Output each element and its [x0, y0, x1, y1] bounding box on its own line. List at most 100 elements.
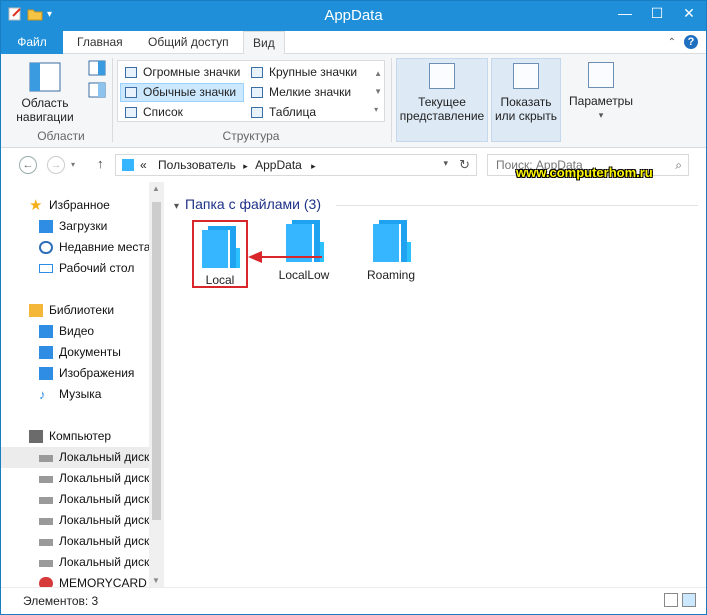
window-title: AppData: [324, 7, 383, 24]
breadcrumb: « Пользователь ▸ AppData ▸: [140, 158, 316, 172]
drive-icon: [39, 476, 53, 483]
title-bar: ▾ AppData — ☐ ✕: [1, 1, 706, 31]
breadcrumb-separator-icon[interactable]: ▸: [311, 161, 316, 171]
layout-gallery: Огромные значки Крупные значки Обычные з…: [117, 60, 385, 122]
forward-button[interactable]: →: [47, 156, 65, 174]
recent-places-icon: [39, 241, 53, 254]
details-view-icon[interactable]: [664, 593, 678, 607]
collapse-ribbon-icon[interactable]: ⌃: [668, 37, 676, 48]
layout-medium-icons[interactable]: Обычные значки: [120, 83, 244, 102]
view-toggle: [664, 593, 696, 607]
layout-large-icons[interactable]: Крупные значки: [246, 63, 370, 82]
nav-videos[interactable]: Видео: [1, 321, 149, 342]
nav-label: Загрузки: [59, 219, 108, 233]
ribbon: Область навигации Области Огромные значк…: [1, 54, 706, 148]
ribbon-separator: [112, 58, 113, 142]
tab-file[interactable]: Файл: [1, 31, 63, 54]
breadcrumb-separator-icon[interactable]: ▸: [243, 161, 248, 171]
nav-downloads[interactable]: Загрузки: [1, 216, 149, 237]
layout-list[interactable]: Список: [120, 103, 244, 122]
options-label: Параметры: [569, 94, 633, 108]
group-header[interactable]: ▾ Папка с файлами (3): [174, 196, 321, 212]
group-title: Папка с файлами (3): [185, 196, 321, 212]
minimize-icon[interactable]: —: [614, 3, 636, 23]
folder-local[interactable]: Local: [192, 220, 248, 288]
nav-scrollbar[interactable]: ▲ ▼: [149, 182, 164, 587]
nav-local-disk[interactable]: Локальный диск: [1, 552, 149, 573]
back-button[interactable]: ←: [19, 156, 37, 174]
nav-local-disk[interactable]: Локальный диск: [1, 468, 149, 489]
large-icons-view-icon[interactable]: [682, 593, 696, 607]
window-controls: — ☐ ✕: [614, 3, 700, 23]
recent-locations-icon[interactable]: ▾: [71, 160, 75, 169]
nav-label: Локальный диск: [59, 492, 149, 506]
nav-libraries[interactable]: Библиотеки: [1, 300, 149, 321]
tab-view[interactable]: Вид: [243, 31, 285, 55]
preview-pane-icon[interactable]: [88, 60, 106, 76]
folder-icon: [373, 220, 411, 262]
tab-home[interactable]: Главная: [68, 31, 132, 54]
nav-local-disk[interactable]: Локальный диск: [1, 531, 149, 552]
scroll-up-icon[interactable]: ▲: [152, 184, 160, 193]
layout-details[interactable]: Таблица: [246, 103, 370, 122]
details-pane-icon[interactable]: [88, 82, 106, 98]
tab-share[interactable]: Общий доступ: [139, 31, 238, 54]
current-view-button[interactable]: Текущее представление: [396, 58, 488, 142]
nav-pictures[interactable]: Изображения: [1, 363, 149, 384]
breadcrumb-user[interactable]: Пользователь: [158, 158, 236, 172]
nav-favorites[interactable]: ★ Избранное: [1, 195, 149, 216]
help-icon[interactable]: ?: [684, 35, 698, 49]
nav-music[interactable]: ♪ Музыка: [1, 384, 149, 405]
memory-card-icon: [39, 577, 53, 587]
nav-documents[interactable]: Документы: [1, 342, 149, 363]
layout-extra-large-icons[interactable]: Огромные значки: [120, 63, 244, 82]
watermark-text: www.computerhom.ru: [516, 165, 653, 180]
layout-small-icons[interactable]: Мелкие значки: [246, 83, 370, 102]
nav-local-disk[interactable]: Локальный диск: [1, 510, 149, 531]
ribbon-tabs: Файл Главная Общий доступ Вид ⌃ ?: [1, 31, 706, 55]
address-field[interactable]: « Пользователь ▸ AppData ▸ ▾ ↻: [115, 154, 477, 176]
nav-label: MEMORYCARD (: [59, 576, 149, 587]
layout-item-label: Список: [143, 105, 183, 119]
breadcrumb-prefix[interactable]: «: [140, 158, 147, 172]
nav-recent-places[interactable]: Недавние места: [1, 237, 149, 258]
scroll-down-icon[interactable]: ▼: [152, 576, 160, 585]
nav-label: Рабочий стол: [59, 261, 135, 275]
drive-icon: [39, 539, 53, 546]
drive-icon: [39, 560, 53, 567]
documents-icon: [39, 346, 53, 359]
nav-local-disk[interactable]: Локальный диск: [1, 489, 149, 510]
nav-label: Недавние места: [59, 240, 149, 254]
breadcrumb-appdata[interactable]: AppData: [255, 158, 302, 172]
nav-label: Избранное: [49, 198, 110, 212]
gallery-scroll[interactable]: ▲ ▼ ▾: [374, 65, 382, 119]
star-icon: ★: [29, 197, 43, 214]
up-arrow-icon[interactable]: ↑: [97, 156, 104, 171]
desktop-icon: [39, 264, 53, 273]
nav-label: Локальный диск: [59, 471, 149, 485]
nav-local-disk[interactable]: Локальный диск: [1, 447, 149, 468]
drive-icon: [39, 455, 53, 462]
file-list: ▾ Папка с файлами (3) Local LocalLow Roam…: [164, 182, 706, 587]
panes-group-label: Области: [37, 129, 85, 143]
show-hide-label: Показать или скрыть: [494, 95, 558, 123]
folder-roaming[interactable]: Roaming: [358, 220, 424, 290]
folder-icon: [122, 159, 134, 171]
nav-label: Документы: [59, 345, 121, 359]
nav-label: Компьютер: [49, 429, 112, 443]
search-icon[interactable]: ⌕: [675, 158, 682, 173]
maximize-icon[interactable]: ☐: [646, 3, 668, 23]
refresh-icon[interactable]: ↻: [459, 157, 470, 173]
collapse-group-icon[interactable]: ▾: [174, 201, 179, 212]
nav-memory-card[interactable]: MEMORYCARD (: [1, 573, 149, 587]
nav-computer[interactable]: Компьютер: [1, 426, 149, 447]
downloads-icon: [39, 220, 53, 233]
address-dropdown-icon[interactable]: ▾: [443, 158, 448, 169]
nav-label: Локальный диск: [59, 555, 149, 569]
show-hide-button[interactable]: Показать или скрыть: [491, 58, 561, 142]
scrollbar-thumb[interactable]: [152, 202, 161, 520]
nav-desktop[interactable]: Рабочий стол: [1, 258, 149, 279]
drive-icon: [39, 518, 53, 525]
close-icon[interactable]: ✕: [678, 3, 700, 23]
options-button[interactable]: Параметры ▾: [567, 58, 635, 142]
